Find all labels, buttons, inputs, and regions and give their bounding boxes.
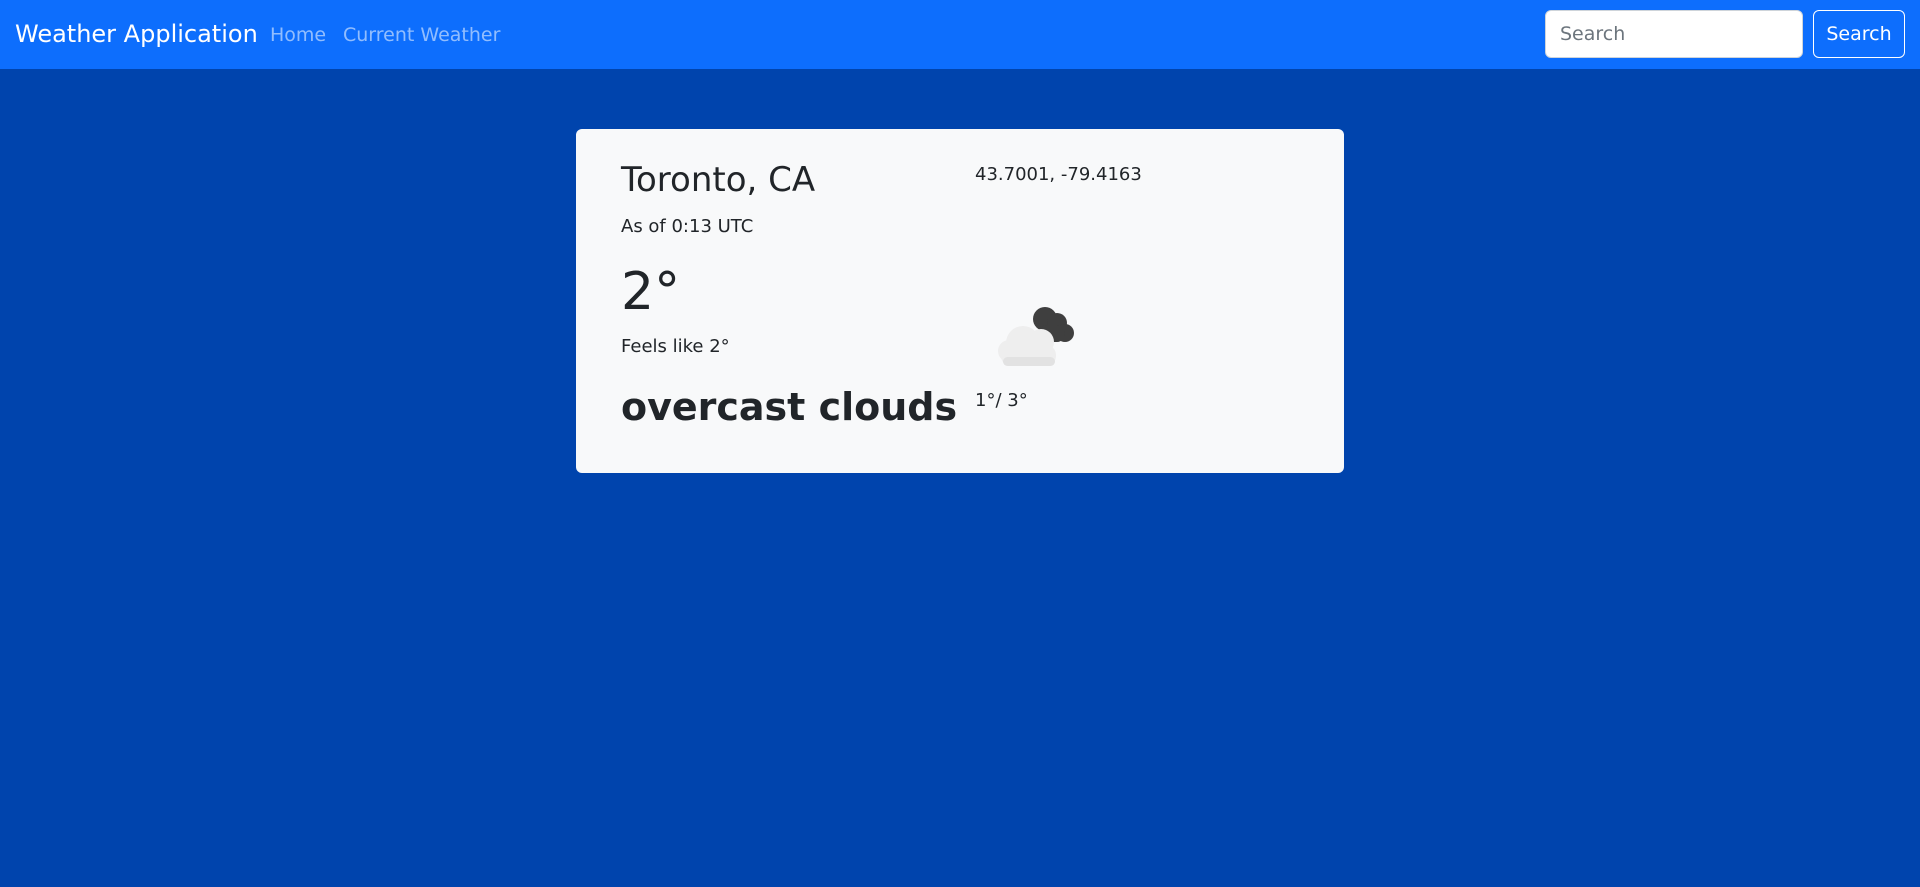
nav-link-home[interactable]: Home	[270, 23, 326, 47]
nav-link-current-weather[interactable]: Current Weather	[343, 23, 500, 47]
search-button[interactable]: Search	[1813, 10, 1905, 58]
weather-description: overcast clouds	[621, 385, 958, 429]
overcast-clouds-icon	[989, 285, 1089, 385]
feels-like-temperature: Feels like 2°	[621, 336, 730, 357]
coordinates: 43.7001, -79.4163	[975, 164, 1142, 185]
navbar: Weather Application Home Current Weather…	[0, 0, 1920, 69]
weather-card: Toronto, CA As of 0:13 UTC 2° Feels like…	[576, 129, 1344, 473]
location-title: Toronto, CA	[621, 160, 816, 200]
min-max-temperature: 1°/ 3°	[975, 390, 1028, 411]
observation-time: As of 0:13 UTC	[621, 216, 754, 237]
brand-link[interactable]: Weather Application	[15, 19, 258, 49]
search-input[interactable]	[1545, 10, 1803, 58]
current-temperature: 2°	[621, 262, 681, 322]
